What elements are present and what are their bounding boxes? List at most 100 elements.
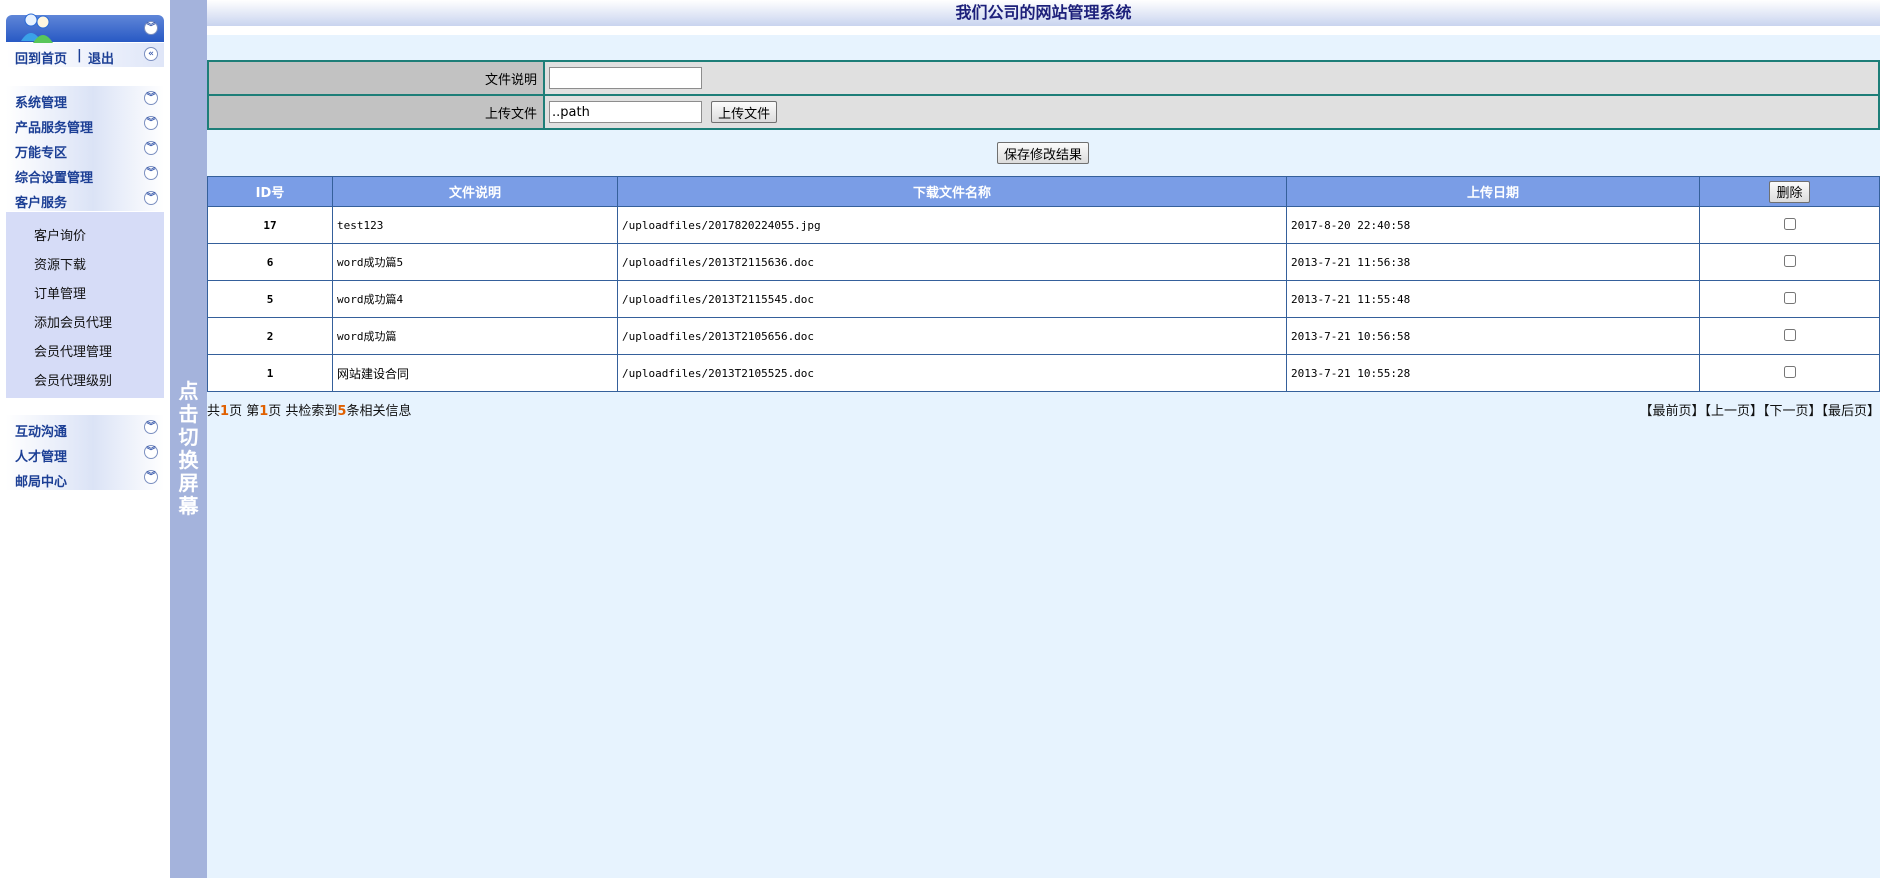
- upload-label: 上传文件: [207, 94, 545, 130]
- pager-next-link[interactable]: 【下一页】: [1763, 404, 1822, 419]
- upload-path-input[interactable]: [549, 101, 702, 123]
- pager-text: 页 第: [229, 404, 260, 419]
- cell-select: [1699, 354, 1880, 392]
- col-header-id: ID号: [207, 176, 333, 207]
- cell-desc: word成功篇5: [332, 243, 618, 281]
- desc-label: 文件说明: [207, 60, 545, 96]
- pager-last-link[interactable]: 【最后页】: [1821, 404, 1880, 419]
- submenu-item-add-agent[interactable]: 添加会员代理: [34, 312, 112, 331]
- submenu-item-downloads[interactable]: 资源下载: [34, 254, 86, 273]
- row-checkbox[interactable]: [1783, 291, 1796, 304]
- cell-desc: word成功篇: [332, 317, 618, 355]
- chevron-down-icon[interactable]: ︾: [144, 470, 158, 484]
- switch-screen-char: 击: [178, 402, 199, 426]
- table-row: 2 word成功篇 /uploadfiles/2013T2105656.doc …: [207, 317, 1880, 355]
- menu-system[interactable]: 系统管理 ︾: [6, 86, 164, 111]
- cell-select: [1699, 206, 1880, 244]
- table-row: 5 word成功篇4 /uploadfiles/2013T2115545.doc…: [207, 280, 1880, 318]
- menu-products[interactable]: 产品服务管理 ︾: [6, 111, 164, 136]
- row-checkbox[interactable]: [1783, 328, 1796, 341]
- menu-label: 产品服务管理: [15, 121, 94, 136]
- sidebar: ︾ 回到首页 | 退出 « 系统管理 ︾ 产品服务管理 ︾ 万能专区 ︾ 综合设置管理…: [0, 0, 170, 878]
- form-row-upload: 上传文件 上传文件: [207, 94, 1880, 130]
- cell-date: 2017-8-20 22:40:58: [1286, 206, 1700, 244]
- chevron-down-icon[interactable]: ︾: [144, 91, 158, 105]
- logout-link[interactable]: 退出: [88, 48, 114, 67]
- row-checkbox[interactable]: [1783, 254, 1796, 267]
- cell-select: [1699, 317, 1880, 355]
- files-table: ID号 文件说明 下载文件名称 上传日期 删除 17 test123 /uplo…: [207, 176, 1880, 392]
- sidebar-links: 回到首页 | 退出 «: [6, 43, 164, 67]
- upload-file-button[interactable]: 上传文件: [711, 101, 778, 123]
- chevron-down-icon[interactable]: ︾: [144, 166, 158, 180]
- home-link[interactable]: 回到首页: [15, 48, 67, 67]
- menu-talent[interactable]: 人才管理 ︾: [6, 440, 164, 465]
- row-checkbox[interactable]: [1783, 365, 1796, 378]
- submenu-item-orders[interactable]: 订单管理: [34, 283, 86, 302]
- menu-label: 综合设置管理: [15, 171, 94, 186]
- save-changes-button[interactable]: 保存修改结果: [997, 142, 1090, 164]
- submenu-item-agent-management[interactable]: 会员代理管理: [34, 341, 112, 360]
- customer-service-submenu: 客户询价 资源下载 订单管理 添加会员代理 会员代理管理 会员代理级别: [6, 212, 164, 398]
- cell-date: 2013-7-21 11:56:38: [1286, 243, 1700, 281]
- cell-id: 5: [207, 280, 333, 318]
- submenu-item-agent-levels[interactable]: 会员代理级别: [34, 370, 112, 389]
- pager-text: 页 共检索到: [268, 404, 338, 419]
- pager-text: 共: [207, 404, 221, 419]
- switch-screen-char: 屏: [178, 471, 199, 495]
- cell-id: 2: [207, 317, 333, 355]
- delete-button[interactable]: 删除: [1769, 180, 1810, 203]
- cell-filename: /uploadfiles/2013T2105656.doc: [617, 317, 1287, 355]
- main-content: 我们公司的网站管理系统 文件说明 上传文件 上传文件 保存修改结果 ID号 文件…: [207, 0, 1880, 878]
- menu-universal[interactable]: 万能专区 ︾: [6, 136, 164, 161]
- link-separator: |: [77, 48, 82, 63]
- cell-date: 2013-7-21 10:55:28: [1286, 354, 1700, 392]
- pager-summary: 共1页 第1页 共检索到5条相关信息: [207, 400, 411, 419]
- submenu-item-inquiry[interactable]: 客户询价: [34, 225, 86, 244]
- menu-mail[interactable]: 邮局中心 ︾: [6, 465, 164, 490]
- chevron-down-icon[interactable]: ︾: [144, 445, 158, 459]
- col-header-date: 上传日期: [1286, 176, 1700, 207]
- cell-filename: /uploadfiles/2013T2115636.doc: [617, 243, 1287, 281]
- file-description-input[interactable]: [549, 67, 702, 89]
- cell-desc: 网站建设合同: [332, 354, 618, 392]
- pager-current-page: 1: [259, 404, 269, 419]
- upload-cell: 上传文件: [543, 94, 1880, 130]
- cell-id: 1: [207, 354, 333, 392]
- menu-label: 万能专区: [15, 146, 68, 161]
- pager-first-link[interactable]: 【最前页】: [1639, 404, 1704, 419]
- menu-settings[interactable]: 综合设置管理 ︾: [6, 161, 164, 186]
- chevron-down-icon[interactable]: ︾: [144, 116, 158, 130]
- switch-screen-char: 幕: [178, 494, 199, 518]
- menu-label: 客户服务: [15, 196, 68, 211]
- cell-date: 2013-7-21 11:55:48: [1286, 280, 1700, 318]
- pager-prev-link[interactable]: 【上一页】: [1704, 404, 1763, 419]
- row-checkbox[interactable]: [1783, 217, 1796, 230]
- top-band: [207, 26, 1880, 35]
- chevron-down-icon[interactable]: ︾: [144, 141, 158, 155]
- collapse-sidebar-icon[interactable]: ︾: [144, 21, 158, 35]
- cell-filename: /uploadfiles/2013T2105525.doc: [617, 354, 1287, 392]
- menu-customer-service[interactable]: 客户服务 ︾: [6, 186, 164, 211]
- title-bar: 我们公司的网站管理系统: [207, 0, 1880, 26]
- chevron-down-icon[interactable]: ︾: [144, 420, 158, 434]
- menu-label: 系统管理: [15, 96, 68, 111]
- desc-cell: [543, 60, 1880, 96]
- menu-interaction[interactable]: 互动沟通 ︾: [6, 415, 164, 440]
- table-row: 17 test123 /uploadfiles/2017820224055.jp…: [207, 206, 1880, 244]
- pager-text: 条相关信息: [346, 404, 412, 419]
- menu-group-bottom: 互动沟通 ︾ 人才管理 ︾ 邮局中心 ︾: [6, 415, 164, 490]
- switch-screen-bar[interactable]: 点击切换屏幕: [170, 0, 207, 878]
- chevron-left-icon[interactable]: «: [144, 47, 158, 61]
- page-title: 我们公司的网站管理系统: [955, 3, 1132, 22]
- upload-form: 文件说明 上传文件 上传文件: [207, 60, 1880, 130]
- sidebar-header: ︾: [6, 13, 164, 43]
- menu-label: 人才管理: [15, 450, 68, 465]
- table-row: 6 word成功篇5 /uploadfiles/2013T2115636.doc…: [207, 243, 1880, 281]
- cell-desc: test123: [332, 206, 618, 244]
- cell-desc: word成功篇4: [332, 280, 618, 318]
- users-logo-icon: [21, 13, 53, 43]
- cell-select: [1699, 243, 1880, 281]
- menu-label: 邮局中心: [15, 475, 68, 490]
- chevron-down-icon[interactable]: ︾: [144, 191, 158, 205]
